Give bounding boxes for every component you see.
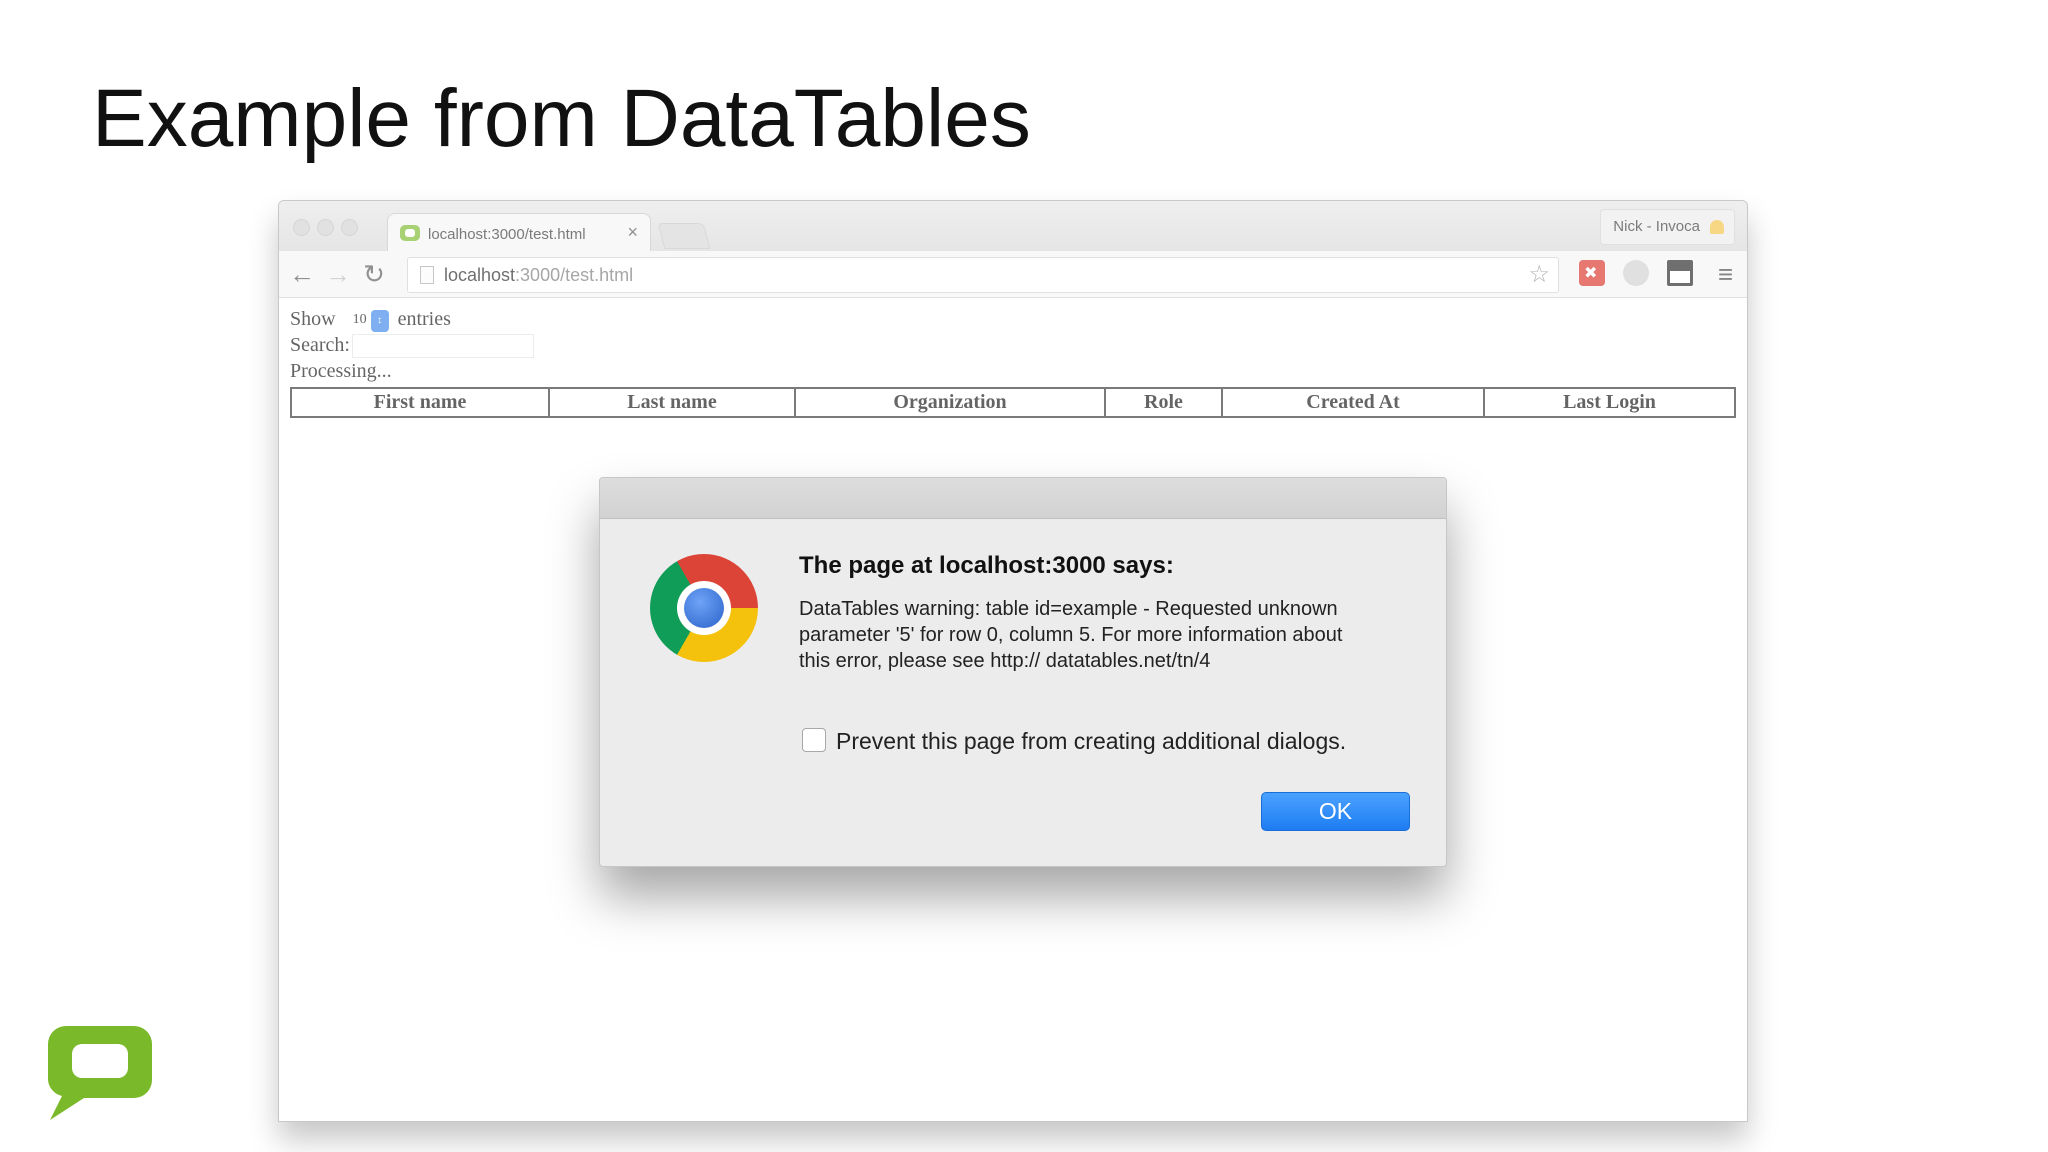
brand-chat-logo-icon <box>48 1026 152 1120</box>
dialog-message: DataTables warning: table id=example - R… <box>799 598 1343 672</box>
prevent-dialogs-checkbox[interactable] <box>802 728 826 752</box>
chrome-logo-icon <box>650 554 758 662</box>
prevent-dialogs-label[interactable]: Prevent this page from creating addition… <box>836 728 1346 755</box>
ok-button[interactable]: OK <box>1261 792 1410 831</box>
slide-title: Example from DataTables <box>92 73 1031 164</box>
dialog-title: The page at localhost:3000 says: <box>799 552 1174 579</box>
dialog-titlebar <box>600 478 1446 519</box>
alert-dialog: The page at localhost:3000 says: DataTab… <box>599 477 1447 867</box>
browser-window: localhost:3000/test.html × Nick - Invoca… <box>278 200 1748 1122</box>
